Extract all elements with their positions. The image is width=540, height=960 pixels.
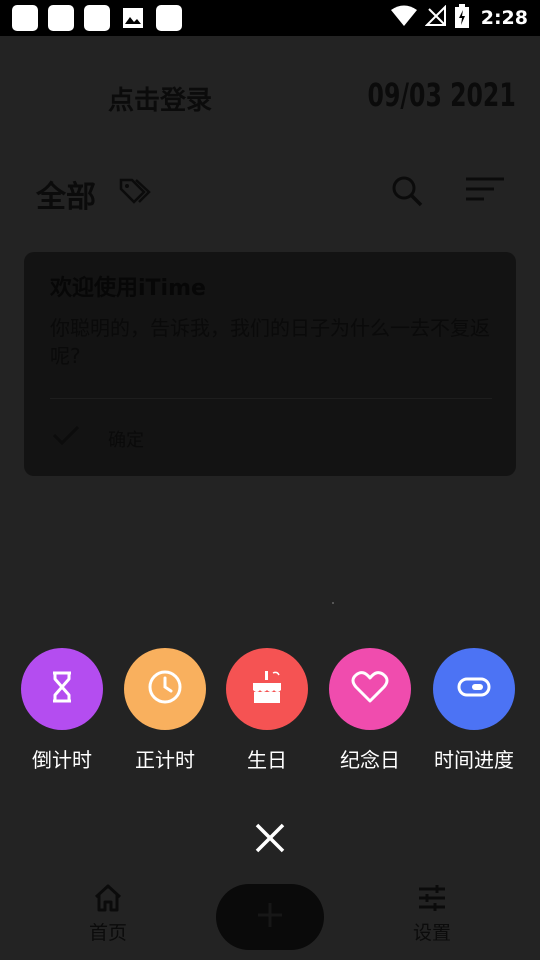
- count-up-button[interactable]: [124, 648, 206, 730]
- date-display: 09/03 2021: [367, 76, 516, 114]
- battery-charging-icon: [454, 4, 469, 32]
- count-up-option[interactable]: 正计时: [110, 648, 220, 773]
- image-icon: [120, 5, 146, 31]
- anniversary-option[interactable]: 纪念日: [315, 648, 425, 773]
- countdown-button[interactable]: [21, 648, 103, 730]
- sliders-icon: [417, 884, 447, 916]
- toggle-icon: [457, 677, 491, 701]
- notification-square-icon: [84, 5, 110, 31]
- login-link[interactable]: 点击登录: [108, 80, 212, 117]
- notification-square-icon: [12, 5, 38, 31]
- home-label: 首页: [88, 922, 127, 944]
- countdown-option[interactable]: 倒计时: [7, 648, 117, 773]
- count-up-label: 正计时: [135, 748, 195, 772]
- settings-label: 设置: [412, 922, 451, 944]
- confirm-button[interactable]: 确定: [108, 426, 144, 452]
- notification-square-icon: [156, 5, 182, 31]
- birthday-option[interactable]: 生日: [212, 648, 322, 773]
- close-icon: [254, 822, 286, 858]
- check-icon[interactable]: [52, 424, 80, 450]
- heart-icon: [351, 670, 389, 708]
- quick-add-menu: 倒计时 正计时 生日 纪念日 时间进度: [0, 648, 540, 788]
- cake-icon: [247, 667, 287, 711]
- no-signal-icon: [424, 4, 447, 31]
- plus-icon: [256, 901, 284, 933]
- home-icon: [93, 884, 123, 916]
- close-menu-button[interactable]: [250, 820, 290, 860]
- search-icon[interactable]: [390, 174, 424, 212]
- countdown-label: 倒计时: [32, 748, 92, 772]
- add-button[interactable]: [216, 884, 324, 950]
- status-bar: 2:28: [0, 0, 540, 36]
- notification-square-icon: [48, 5, 74, 31]
- welcome-card: 欢迎使用iTime 你聪明的，告诉我，我们的日子为什么一去不复返呢? 确定: [24, 252, 516, 476]
- card-body: 你聪明的，告诉我，我们的日子为什么一去不复返呢?: [50, 316, 490, 368]
- status-time: 2:28: [480, 7, 528, 29]
- sort-icon[interactable]: [462, 176, 506, 208]
- time-progress-option[interactable]: 时间进度: [419, 648, 529, 773]
- anniversary-button[interactable]: [329, 648, 411, 730]
- filter-all-label[interactable]: 全部: [36, 172, 96, 216]
- filter-row: 全部: [36, 170, 510, 216]
- birthday-label: 生日: [247, 748, 287, 772]
- bottom-nav: 首页 设置: [0, 868, 540, 960]
- tag-icon[interactable]: [118, 176, 152, 210]
- wifi-icon: [390, 5, 417, 31]
- time-progress-label: 时间进度: [434, 748, 514, 772]
- nav-settings[interactable]: 设置: [402, 884, 462, 945]
- time-progress-button[interactable]: [433, 648, 515, 730]
- card-divider: [50, 398, 492, 399]
- decorative-dot: [332, 602, 334, 604]
- nav-home[interactable]: 首页: [78, 884, 138, 945]
- clock-icon: [147, 669, 183, 709]
- hourglass-icon: [49, 670, 75, 708]
- birthday-button[interactable]: [226, 648, 308, 730]
- anniversary-label: 纪念日: [340, 748, 400, 772]
- card-title: 欢迎使用iTime: [50, 276, 206, 301]
